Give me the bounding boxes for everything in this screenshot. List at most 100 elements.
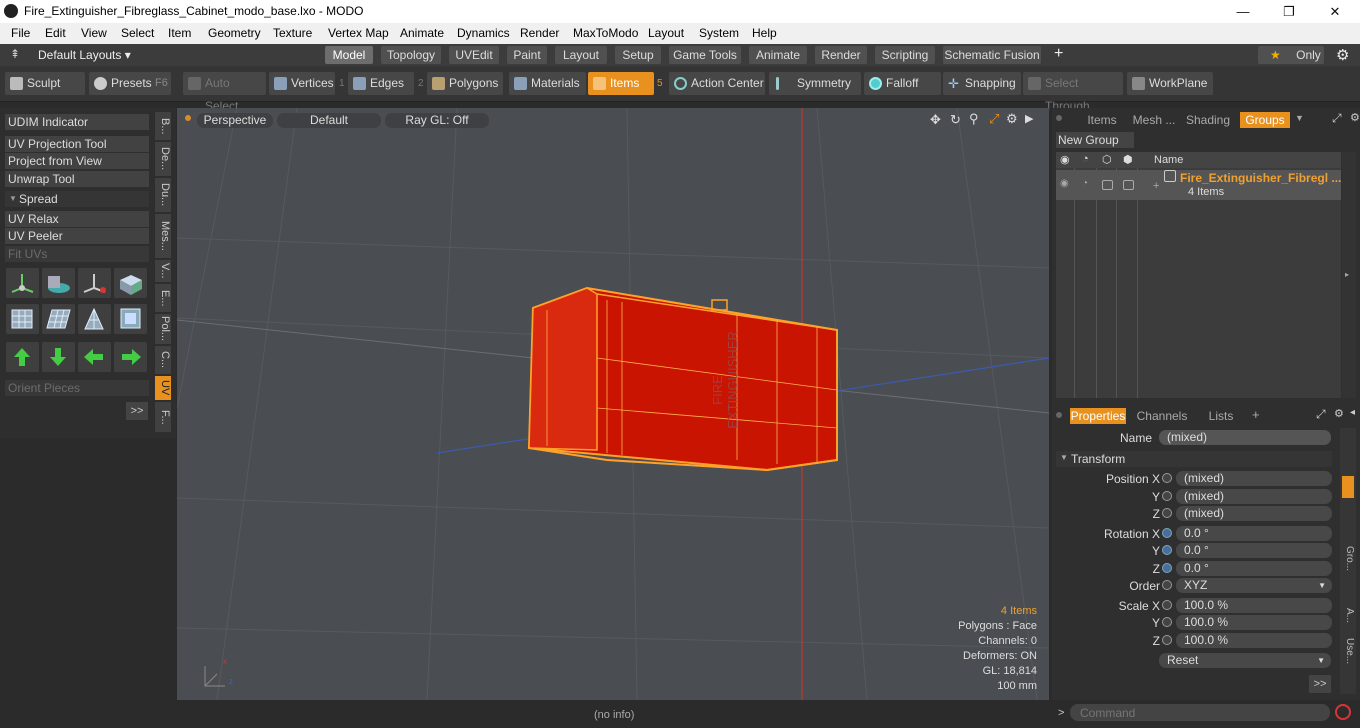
tab-shading[interactable]: Shading	[1182, 112, 1234, 128]
tab-mesh[interactable]: Mesh ...	[1130, 112, 1178, 128]
vtab-v[interactable]: V...	[155, 260, 171, 282]
udim-indicator-button[interactable]: UDIM Indicator	[5, 114, 149, 130]
side-tab-active[interactable]	[1342, 476, 1354, 498]
menu-system[interactable]: System	[699, 26, 739, 40]
uv-pyramid-icon[interactable]	[78, 304, 111, 334]
items-button[interactable]: Items	[588, 72, 654, 95]
vtab-pol[interactable]: Pol...	[155, 314, 171, 344]
menu-vertex-map[interactable]: Vertex Map	[328, 26, 389, 40]
menu-help[interactable]: Help	[752, 26, 777, 40]
menu-file[interactable]: File	[11, 26, 30, 40]
properties-more-button[interactable]: >>	[1309, 675, 1331, 693]
side-tab-gro[interactable]: Gro...	[1341, 546, 1355, 582]
snapping-button[interactable]: ✛ Snapping	[943, 72, 1021, 95]
close-button[interactable]: ✕	[1312, 0, 1358, 23]
uv-frame-icon[interactable]	[114, 304, 147, 334]
viewport-options-dot[interactable]	[185, 115, 191, 121]
uv-transform-icon[interactable]	[6, 268, 39, 298]
menu-render[interactable]: Render	[520, 26, 559, 40]
row-render-icon[interactable]: ◔	[1082, 178, 1088, 189]
vtab-mes[interactable]: Mes...	[155, 214, 171, 258]
more-tools-button[interactable]: >>	[126, 402, 148, 420]
tab-render[interactable]: Render	[815, 46, 867, 64]
vertices-button[interactable]: Vertices	[269, 72, 335, 95]
command-input[interactable]	[1070, 704, 1330, 721]
default-layouts-dropdown[interactable]: Default Layouts ▾	[38, 48, 131, 62]
tab-items[interactable]: Items	[1076, 112, 1128, 128]
menu-select[interactable]: Select	[121, 26, 154, 40]
unwrap-tool-button[interactable]: Unwrap Tool	[5, 171, 149, 187]
menu-item[interactable]: Item	[168, 26, 191, 40]
position-y-anim-dot[interactable]	[1162, 491, 1172, 501]
scale-z-field[interactable]: 100.0 %	[1176, 633, 1332, 648]
add-properties-tab-button[interactable]: +	[1252, 407, 1260, 422]
reset-dropdown[interactable]: Reset ▼	[1159, 653, 1331, 668]
vtab-du[interactable]: Du...	[155, 178, 171, 212]
auto-select-button[interactable]: Auto Select	[183, 72, 266, 113]
visibility-column-icon[interactable]: ◉	[1060, 153, 1070, 166]
properties-expand-icon[interactable]: ⤢	[1316, 407, 1326, 422]
menu-view[interactable]: View	[81, 26, 107, 40]
uv-cylinder-icon[interactable]	[42, 268, 75, 298]
vtab-f[interactable]: F...	[155, 402, 171, 432]
gear-icon[interactable]: ⚙	[1336, 46, 1349, 64]
maximize-button[interactable]: ❐	[1266, 0, 1312, 23]
select-column-icon[interactable]: ⬢	[1123, 153, 1133, 166]
materials-button[interactable]: Materials	[509, 72, 586, 95]
scale-y-anim-dot[interactable]	[1162, 617, 1172, 627]
uv-peeler-button[interactable]: UV Peeler	[5, 228, 149, 244]
tab-schematic-fusion[interactable]: Schematic Fusion	[943, 46, 1041, 64]
arrow-down-icon[interactable]	[42, 342, 75, 372]
order-dropdown[interactable]: XYZ ▼	[1176, 578, 1332, 593]
tab-topology[interactable]: Topology	[381, 46, 441, 64]
uv-grid-sphere-icon[interactable]	[6, 304, 39, 334]
uv-projection-tool-button[interactable]: UV Projection Tool	[5, 136, 149, 152]
workplane-button[interactable]: WorkPlane	[1127, 72, 1213, 95]
vtab-e[interactable]: E...	[155, 284, 171, 312]
perspective-dropdown[interactable]: Perspective	[197, 113, 273, 128]
position-z-anim-dot[interactable]	[1162, 508, 1172, 518]
shading-default-dropdown[interactable]: Default	[277, 113, 381, 128]
menu-maxtomodo[interactable]: MaxToModo	[573, 26, 638, 40]
tab-scripting[interactable]: Scripting	[875, 46, 935, 64]
expand-panel-icon[interactable]: ⤢	[1332, 111, 1342, 126]
tab-setup[interactable]: Setup	[615, 46, 661, 64]
position-y-field[interactable]: (mixed)	[1176, 489, 1332, 504]
rotation-y-field[interactable]: 0.0 °	[1176, 543, 1332, 558]
record-icon[interactable]	[1335, 704, 1351, 720]
zoom-icon[interactable]: ⚲	[969, 111, 979, 127]
groups-dropdown-icon[interactable]: ▼	[1295, 113, 1304, 123]
scale-y-field[interactable]: 100.0 %	[1176, 615, 1332, 630]
tab-paint[interactable]: Paint	[507, 46, 547, 64]
viewport-expand-icon[interactable]: ▶	[1025, 112, 1033, 125]
uv-plane-icon[interactable]	[42, 304, 75, 334]
polygons-button[interactable]: Polygons	[427, 72, 503, 95]
side-tab-a[interactable]: A...	[1341, 608, 1355, 632]
tab-lists[interactable]: Lists	[1198, 408, 1244, 424]
edges-button[interactable]: Edges	[348, 72, 414, 95]
menu-dynamics[interactable]: Dynamics	[457, 26, 510, 40]
position-z-field[interactable]: (mixed)	[1176, 506, 1332, 521]
orient-pieces-button[interactable]: Orient Pieces	[5, 380, 149, 396]
uv-move-icon[interactable]	[78, 268, 111, 298]
project-from-view-button[interactable]: Project from View	[5, 153, 149, 169]
tab-layout[interactable]: Layout	[555, 46, 607, 64]
name-field[interactable]: (mixed)	[1159, 430, 1331, 445]
transform-collapse-icon[interactable]: ▼	[1060, 453, 1068, 462]
row-select-checkbox[interactable]	[1123, 180, 1134, 190]
rotation-y-anim-dot[interactable]	[1162, 545, 1172, 555]
fire-extinguisher-cabinet[interactable]	[527, 286, 838, 472]
vtab-b[interactable]: B...	[155, 112, 171, 140]
rotation-x-field[interactable]: 0.0 °	[1176, 526, 1332, 541]
menu-layout[interactable]: Layout	[648, 26, 684, 40]
only-toggle[interactable]: ★ Only	[1258, 46, 1324, 64]
layout-arrow-icon[interactable]: ⇞	[10, 47, 20, 61]
add-tab-button[interactable]: +	[1054, 45, 1063, 63]
vtab-c[interactable]: C...	[155, 346, 171, 374]
minimize-button[interactable]: —	[1220, 0, 1266, 23]
rotate-icon[interactable]: ↻	[950, 112, 961, 128]
tab-model[interactable]: Model	[325, 46, 373, 64]
collapse-triangle-icon[interactable]: ▼	[9, 194, 17, 203]
arrow-right-icon[interactable]	[114, 342, 147, 372]
tab-channels[interactable]: Channels	[1134, 408, 1190, 424]
